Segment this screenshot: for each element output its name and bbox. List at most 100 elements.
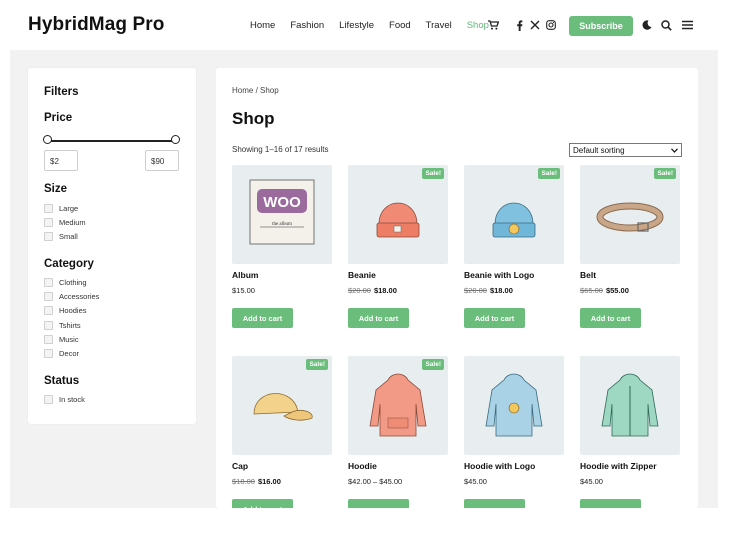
product-price: $65.00 $55.00 [580,286,629,295]
product-image[interactable]: Sale! [348,165,448,264]
checkbox[interactable] [44,335,53,344]
product-image[interactable]: Sale! [464,165,564,264]
product-price: $20.00 $18.00 [348,286,397,295]
hoodie-zipper-icon [601,373,659,437]
viewport-bottom [0,508,730,548]
checkbox[interactable] [44,204,53,213]
facebook-icon[interactable] [512,18,526,32]
category-filter-title: Category [44,258,94,270]
add-to-cart-button[interactable]: Add to cart [348,308,409,328]
checkbox[interactable] [44,349,53,358]
product-name[interactable]: Hoodie [348,461,377,471]
product-image[interactable] [580,356,680,455]
nav-item-food[interactable]: Food [389,20,411,31]
svg-text:the album: the album [272,222,292,227]
instagram-icon[interactable] [544,18,558,32]
subscribe-button[interactable]: Subscribe [569,16,633,36]
breadcrumb-current: Shop [260,86,279,95]
hoodie-logo-icon [485,373,543,437]
price-slider-max-handle[interactable] [171,135,180,144]
product-name[interactable]: Beanie [348,270,376,280]
category-option-tshirts[interactable]: Tshirts [44,321,81,330]
checkbox[interactable] [44,218,53,227]
site-logo[interactable]: HybridMag Pro [28,14,164,36]
nav-item-lifestyle[interactable]: Lifestyle [339,20,374,31]
product-price: $45.00 [580,477,603,486]
site-header: HybridMag Pro Home Fashion Lifestyle Foo… [0,0,730,50]
sorting-select-value: Default sorting [573,145,625,155]
product-price: $18.00 $16.00 [232,477,281,486]
product-name[interactable]: Belt [580,270,596,280]
category-option-music[interactable]: Music [44,335,79,344]
product-price: $45.00 [464,477,487,486]
breadcrumb: Home / Shop [232,86,279,95]
product-image[interactable]: Sale! [580,165,680,264]
belt-icon [596,202,664,232]
product-name[interactable]: Cap [232,461,248,471]
sale-badge: Sale! [654,168,676,179]
product-price: $42.00 – $45.00 [348,477,403,486]
beanie-logo-icon [492,202,536,238]
checkbox[interactable] [44,278,53,287]
nav-item-home[interactable]: Home [250,20,275,31]
add-to-cart-button[interactable]: Add to cart [232,308,293,328]
sale-badge: Sale! [422,168,444,179]
nav-item-travel[interactable]: Travel [426,20,452,31]
price-slider-min-handle[interactable] [43,135,52,144]
sale-badge: Sale! [422,359,444,370]
category-option-accessories[interactable]: Accessories [44,292,99,301]
product-name[interactable]: Hoodie with Zipper [580,461,657,471]
checkbox[interactable] [44,306,53,315]
product-name[interactable]: Album [232,270,258,280]
sale-badge: Sale! [306,359,328,370]
nav-item-fashion[interactable]: Fashion [290,20,324,31]
category-option-decor[interactable]: Decor [44,349,79,358]
product-image[interactable] [464,356,564,455]
category-option-hoodies[interactable]: Hoodies [44,306,87,315]
size-option-large[interactable]: Large [44,204,78,213]
sale-badge: Sale! [538,168,560,179]
product-name[interactable]: Beanie with Logo [464,270,534,280]
product-price: $20.00 $18.00 [464,286,513,295]
product-image[interactable]: Sale! [232,356,332,455]
search-icon[interactable] [659,18,673,32]
cap-icon [253,393,313,421]
price-max-input[interactable]: $90 [145,150,179,171]
add-to-cart-button[interactable]: Add to cart [580,308,641,328]
menu-icon[interactable] [680,18,694,32]
main-nav: Home Fashion Lifestyle Food Travel Shop [250,20,504,31]
chevron-down-icon [671,147,678,153]
album-icon: WOO the album [249,179,315,245]
add-to-cart-button[interactable]: Add to cart [464,308,525,328]
hoodie-icon [369,373,427,437]
status-option-in-stock[interactable]: In stock [44,395,85,404]
size-option-medium[interactable]: Medium [44,218,86,227]
filters-title: Filters [44,86,79,98]
checkbox[interactable] [44,395,53,404]
svg-text:WOO: WOO [263,194,301,211]
sorting-select[interactable]: Default sorting [569,143,682,157]
shop-content: Home / Shop Shop Showing 1–16 of 17 resu… [216,68,698,519]
price-min-input[interactable]: $2 [44,150,78,171]
result-count: Showing 1–16 of 17 results [232,145,329,154]
product-price: $15.00 [232,286,255,295]
status-filter-title: Status [44,375,80,387]
price-slider-track[interactable] [48,140,176,142]
product-image[interactable]: WOO the album [232,165,332,264]
breadcrumb-home[interactable]: Home [232,86,253,95]
category-option-clothing[interactable]: Clothing [44,278,87,287]
checkbox[interactable] [44,321,53,330]
size-option-small[interactable]: Small [44,232,78,241]
product-image[interactable]: Sale! [348,356,448,455]
product-name[interactable]: Hoodie with Logo [464,461,535,471]
beanie-icon [376,202,420,238]
checkbox[interactable] [44,232,53,241]
dark-mode-icon[interactable] [640,18,654,32]
page-title: Shop [232,109,275,128]
checkbox[interactable] [44,292,53,301]
x-twitter-icon[interactable] [528,18,542,32]
price-filter-title: Price [44,112,73,124]
size-filter-title: Size [44,183,68,195]
cart-icon[interactable] [486,18,500,32]
breadcrumb-separator: / [253,86,261,95]
